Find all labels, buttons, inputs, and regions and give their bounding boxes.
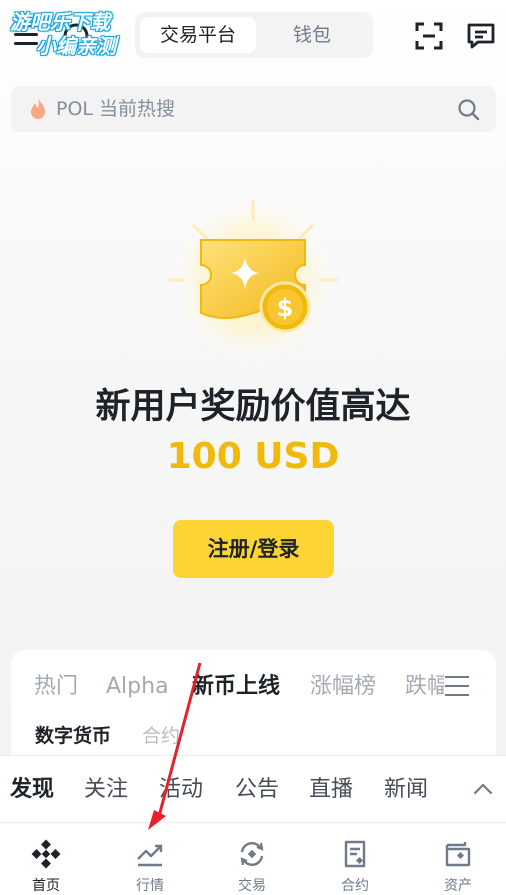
discover-tab-bar: 发现 关注 活动 公告 直播 新闻 [0,755,506,822]
discover-tab-events[interactable]: 活动 [159,775,203,805]
bottom-navigation: 首页 行情 交易 合约 资产 [0,822,506,895]
tab-wallet[interactable]: 钱包 [256,17,368,53]
wallet-icon [445,842,471,867]
nav-assets[interactable]: 资产 [418,823,498,895]
watermark-logo: 游吧乐下载 小编亲测 [10,10,150,66]
market-tabs-more-icon[interactable] [445,676,469,696]
discover-tab-live[interactable]: 直播 [309,775,353,805]
nav-home-label: 首页 [32,878,60,894]
tab-exchange[interactable]: 交易平台 [140,17,256,53]
market-tabs: 热门 Alpha 新币上线 涨幅榜 跌幅 [24,672,444,702]
reward-ticket-illustration: $ [168,195,338,365]
watermark-line1: 游吧乐下载 [10,10,110,34]
chevron-up-icon[interactable] [472,778,494,800]
register-login-button[interactable]: 注册/登录 [173,520,334,578]
nav-trade[interactable]: 交易 [212,823,292,895]
market-tab-new-listing[interactable]: 新币上线 [192,672,280,702]
market-tab-losers[interactable]: 跌幅 [405,672,444,702]
top-header: 游吧乐下载 小编亲测 交易平台 钱包 [0,0,506,72]
trade-exchange-icon [240,842,264,866]
search-placeholder: POL 当前热搜 [56,98,176,120]
market-tab-hot[interactable]: 热门 [34,672,78,702]
svg-text:$: $ [277,294,294,322]
nav-markets[interactable]: 行情 [110,823,190,895]
discover-tab-following[interactable]: 关注 [84,775,128,805]
chart-trend-icon [137,844,163,867]
subtab-futures[interactable]: 合约 [142,722,180,750]
market-tab-alpha[interactable]: Alpha [106,672,169,702]
hero-title: 新用户奖励价值高达 [95,387,411,427]
watermark-line2: 小编亲测 [36,34,116,58]
message-icon[interactable] [466,22,496,50]
nav-trade-label: 交易 [238,878,266,894]
fire-icon [31,98,45,119]
search-bar[interactable]: POL 当前热搜 [11,86,496,132]
market-card [11,650,496,770]
nav-futures[interactable]: 合约 [315,823,395,895]
discover-tab-discover[interactable]: 发现 [10,775,54,805]
nav-markets-label: 行情 [136,878,164,894]
market-tab-gainers[interactable]: 涨幅榜 [310,672,376,702]
nav-home[interactable]: 首页 [6,823,86,895]
discover-tab-news[interactable]: 新闻 [384,775,428,805]
hero-reward-amount: 100 USD [166,436,340,477]
search-icon[interactable] [457,98,481,122]
nav-assets-label: 资产 [444,878,472,894]
subtab-crypto[interactable]: 数字货币 [35,722,111,750]
discover-tab-announcements[interactable]: 公告 [235,775,279,805]
nav-futures-label: 合约 [341,878,369,894]
binance-logo-icon [31,839,61,869]
platform-switcher: 交易平台 钱包 [135,12,373,58]
futures-document-icon [344,840,366,868]
scan-icon[interactable] [415,22,443,50]
